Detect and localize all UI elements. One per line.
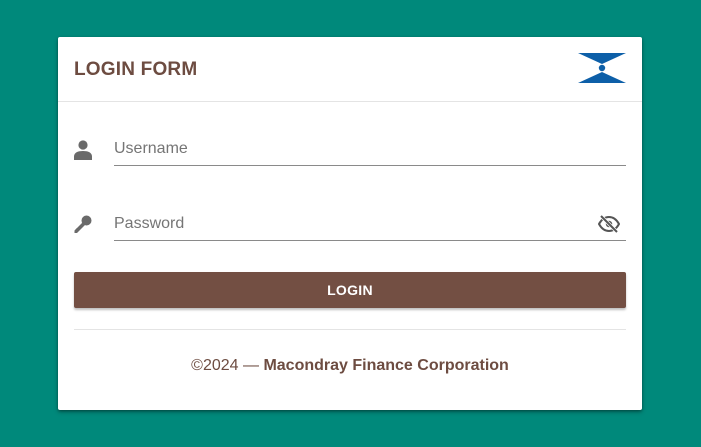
eye-off-icon[interactable] [598, 215, 620, 233]
login-card: LOGIN FORM LOGIN ©2024 — Macon [58, 37, 642, 410]
footer-divider [74, 329, 626, 330]
login-button[interactable]: LOGIN [74, 272, 626, 308]
card-header: LOGIN FORM [58, 37, 642, 102]
person-icon [74, 140, 92, 160]
copyright-text: ©2024 — [191, 357, 259, 374]
username-row [74, 132, 626, 172]
company-name: Macondray Finance Corporation [263, 357, 509, 374]
username-input[interactable] [114, 132, 626, 166]
key-icon [74, 215, 92, 233]
password-input[interactable] [114, 207, 626, 241]
footer: ©2024 — Macondray Finance Corporation [58, 356, 642, 376]
macondray-logo-icon [578, 53, 626, 83]
password-row [74, 207, 626, 247]
page-title: LOGIN FORM [74, 59, 198, 80]
